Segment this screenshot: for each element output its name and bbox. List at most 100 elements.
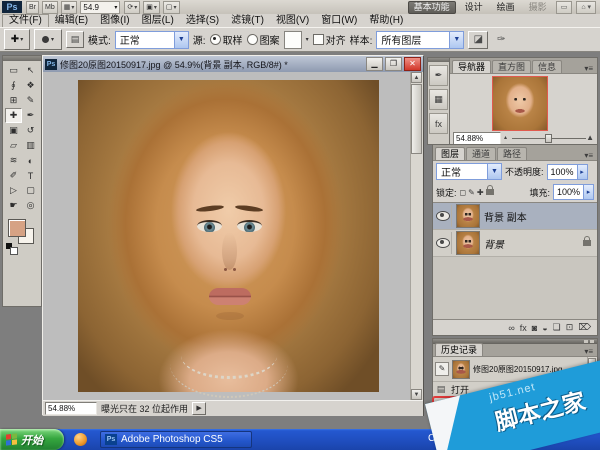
delete-layer-icon[interactable]: ⌦: [578, 322, 591, 333]
layer-thumbnail[interactable]: [456, 204, 480, 228]
adjustment-layer-icon[interactable]: ◒: [542, 323, 547, 333]
panel-menu-icon[interactable]: ▾≡: [584, 64, 595, 73]
default-colors-icon[interactable]: [6, 243, 18, 255]
tab-navigator[interactable]: 导航器: [452, 60, 492, 73]
styles-panel-icon[interactable]: fx: [429, 113, 448, 134]
rotate-view-button[interactable]: ⟳ ▾: [124, 0, 141, 14]
lock-position-icon[interactable]: ✚: [477, 188, 484, 197]
menu-view[interactable]: 视图(V): [270, 15, 315, 27]
menu-window[interactable]: 窗口(W): [315, 15, 363, 27]
launch-mini-bridge-button[interactable]: Mb: [42, 0, 58, 14]
zoom-out-icon[interactable]: ▴: [504, 134, 507, 141]
screen-mode-button[interactable]: ▢ ▾: [162, 0, 180, 14]
lock-all-icon[interactable]: [485, 185, 494, 195]
tool-path-selection[interactable]: ▷: [5, 183, 22, 198]
restore-button[interactable]: ❐: [385, 57, 402, 71]
foreground-color-swatch[interactable]: [8, 219, 26, 237]
tool-gradient[interactable]: ▥: [22, 138, 39, 153]
lock-transparency-icon[interactable]: ◻: [460, 188, 467, 197]
close-button[interactable]: ✕: [404, 57, 421, 71]
menu-layer[interactable]: 图层(L): [136, 15, 180, 27]
tool-hand[interactable]: ☛: [5, 198, 22, 213]
layer-mask-icon[interactable]: ◙: [532, 323, 537, 333]
visibility-toggle[interactable]: [435, 232, 452, 254]
link-layers-icon[interactable]: ∞: [508, 323, 514, 333]
cs-live-button-1[interactable]: ▭: [555, 0, 573, 14]
layer-row-background[interactable]: 背景: [433, 230, 597, 257]
slider-thumb[interactable]: [544, 134, 552, 143]
blend-mode-select[interactable]: 正常 ▼: [114, 30, 189, 49]
sample-layers-select[interactable]: 所有图层 ▼: [376, 30, 465, 49]
tool-healing-brush[interactable]: ✚: [5, 108, 22, 123]
quick-launch-icon[interactable]: [74, 433, 87, 446]
layer-blend-mode-select[interactable]: 正常 ▼: [436, 163, 502, 180]
source-sampled-radio[interactable]: 取样: [209, 32, 243, 47]
workspace-essentials-button[interactable]: 基本功能: [407, 0, 456, 14]
panel-menu-icon[interactable]: ▾≡: [584, 347, 595, 356]
workspace-painting-button[interactable]: 绘画: [492, 2, 520, 13]
tool-lasso[interactable]: ∮: [5, 78, 22, 93]
history-brush-source-icon[interactable]: ✎: [435, 362, 449, 376]
brushes-panel-icon[interactable]: ✒: [429, 65, 448, 86]
tool-crop[interactable]: ⊞: [5, 93, 22, 108]
layer-row-background-copy[interactable]: 背景 副本: [433, 203, 597, 230]
layer-style-icon[interactable]: fx: [520, 323, 527, 333]
tool-history-brush[interactable]: ↺: [22, 123, 39, 138]
menu-help[interactable]: 帮助(H): [363, 15, 409, 27]
navigator-zoom-field[interactable]: 54.88%: [453, 131, 501, 145]
cs-live-button-2[interactable]: ⌂ ▾: [576, 0, 596, 14]
status-zoom-field[interactable]: 54.88%: [45, 402, 97, 415]
tool-quick-selection[interactable]: ❖: [22, 78, 39, 93]
photoshop-task-button[interactable]: Ps Adobe Photoshop CS5: [100, 431, 252, 448]
document-title-bar[interactable]: Ps 修图20原图20150917.jpg @ 54.9%(背景 副本, RGB…: [43, 56, 423, 72]
tool-rectangular-marquee[interactable]: ▭: [5, 63, 22, 78]
workspace-photography-button[interactable]: 摄影: [524, 2, 552, 13]
tool-zoom[interactable]: ◎: [22, 198, 39, 213]
aligned-checkbox[interactable]: 对齐: [312, 32, 346, 47]
tool-dodge[interactable]: ◐: [22, 153, 39, 168]
vertical-scrollbar[interactable]: ▲ ▼: [410, 72, 423, 400]
ignore-adjustment-layers-button[interactable]: ◪: [468, 30, 489, 49]
document-canvas[interactable]: ▲ ▼: [43, 72, 423, 400]
tab-channels[interactable]: 通道: [466, 147, 497, 160]
scrollbar-thumb[interactable]: [411, 84, 422, 154]
swatches-panel-icon[interactable]: ▦: [429, 89, 448, 110]
tablet-pressure-button[interactable]: ✑: [492, 32, 510, 48]
status-flyout-button[interactable]: ▶: [192, 402, 207, 415]
tool-clone-stamp[interactable]: ▣: [5, 123, 22, 138]
layer-group-icon[interactable]: ❏: [553, 322, 561, 333]
visibility-toggle[interactable]: [435, 205, 452, 227]
panel-menu-icon[interactable]: ▾≡: [584, 151, 595, 160]
minimize-button[interactable]: ▁: [366, 57, 383, 71]
tab-histogram[interactable]: 直方图: [492, 60, 532, 73]
zoom-in-icon[interactable]: ▲: [586, 133, 594, 142]
dock-grip[interactable]: [428, 58, 449, 62]
menu-filter[interactable]: 滤镜(T): [225, 15, 270, 27]
scroll-down-icon[interactable]: ▼: [411, 389, 422, 400]
tool-type[interactable]: T: [22, 168, 39, 183]
layer-thumbnail[interactable]: [456, 231, 480, 255]
navigator-zoom-slider[interactable]: ▴ ▲: [504, 133, 594, 143]
tab-info[interactable]: 信息: [532, 60, 563, 73]
tool-eraser[interactable]: ▱: [5, 138, 22, 153]
tab-paths[interactable]: 路径: [497, 147, 528, 160]
arrange-documents-button[interactable]: ▣ ▾: [143, 0, 160, 14]
workspace-design-button[interactable]: 设计: [460, 2, 488, 13]
layer-name[interactable]: 背景 副本: [484, 209, 595, 224]
portrait-photo[interactable]: [78, 80, 379, 398]
current-tool-preset[interactable]: ✚ ▾: [4, 29, 30, 50]
pattern-picker[interactable]: [283, 30, 302, 49]
launch-bridge-button[interactable]: Br: [26, 0, 39, 14]
source-pattern-radio[interactable]: 图案: [246, 32, 280, 47]
fill-field[interactable]: 100% ▸: [552, 184, 594, 200]
scroll-up-icon[interactable]: ▲: [411, 72, 422, 83]
tab-history[interactable]: 历史记录: [435, 343, 484, 356]
start-button[interactable]: 开始: [0, 429, 64, 450]
tool-move[interactable]: ↖: [22, 63, 39, 78]
opacity-field[interactable]: 100% ▸: [546, 163, 588, 180]
toggle-panels-button[interactable]: ▤: [66, 31, 84, 48]
menu-image[interactable]: 图像(I): [94, 15, 135, 27]
tool-blur[interactable]: ≋: [5, 153, 22, 168]
view-extras-button[interactable]: ▦ ▾: [60, 0, 78, 14]
brush-preset-picker[interactable]: ▾: [34, 29, 62, 50]
